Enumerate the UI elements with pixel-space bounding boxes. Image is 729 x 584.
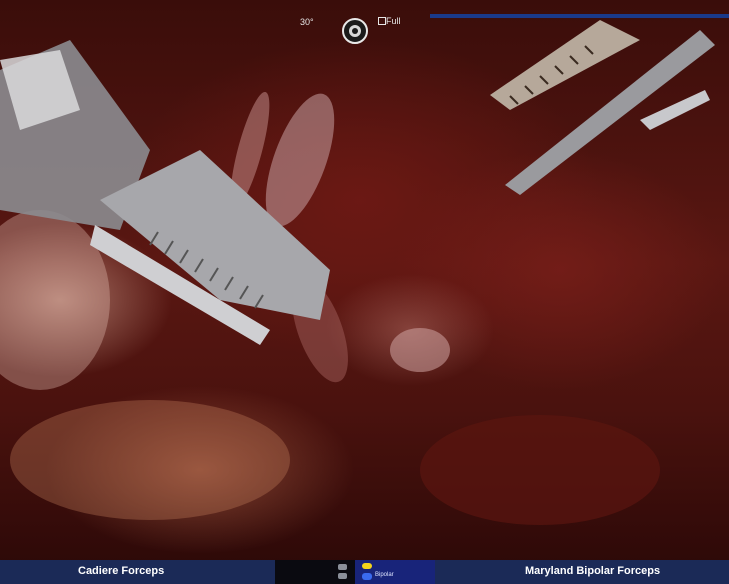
camera-lens-icon bbox=[342, 18, 368, 44]
dark-tissue bbox=[420, 415, 660, 525]
maryland-bipolar-tool bbox=[490, 20, 715, 195]
arm-indicator-icon bbox=[338, 573, 347, 579]
scope-mode-label: Full bbox=[386, 16, 401, 26]
surgical-video-viewport: 30° Full bbox=[0, 0, 729, 584]
tissue-bright bbox=[390, 328, 450, 372]
fat-tissue bbox=[10, 400, 290, 520]
yellow-pedal-icon bbox=[362, 563, 372, 569]
instrument-status-bar: Cadiere Forceps Bipolar Maryland Bipolar… bbox=[0, 560, 729, 584]
scope-angle-indicator: 30° bbox=[300, 17, 314, 27]
left-instrument-panel: Cadiere Forceps bbox=[0, 560, 275, 584]
mode-square-icon bbox=[378, 17, 386, 25]
energy-mode-label: Bipolar bbox=[375, 572, 394, 578]
top-status-strip bbox=[430, 14, 729, 18]
right-instrument-label: Maryland Bipolar Forceps bbox=[525, 565, 661, 577]
arm-indicator-icon bbox=[338, 564, 347, 570]
surgical-scene bbox=[0, 20, 715, 525]
right-instrument-panel: Maryland Bipolar Forceps bbox=[435, 560, 729, 584]
left-instrument-label: Cadiere Forceps bbox=[78, 565, 165, 577]
blue-pedal-icon bbox=[362, 573, 372, 580]
